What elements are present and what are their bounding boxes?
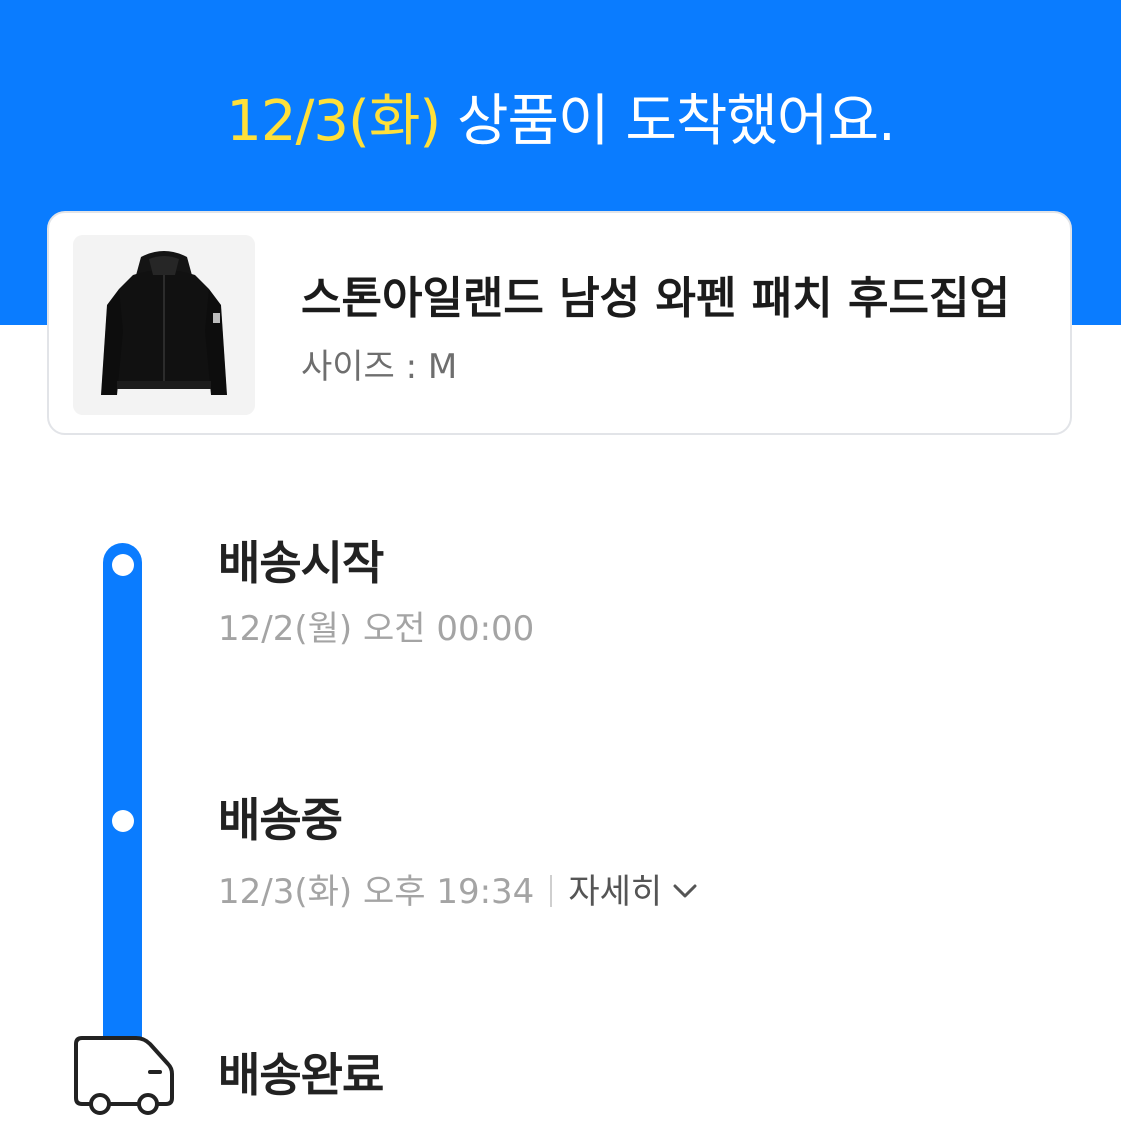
time-detail-divider: [550, 874, 553, 907]
details-toggle-button[interactable]: 자세히: [568, 872, 698, 912]
step-time-started: 12/2(월) 오전 00:00: [218, 609, 535, 649]
step-marker-started: [112, 554, 134, 576]
product-size: 사이즈 : M: [301, 347, 458, 387]
step-title-in-transit: 배송중: [218, 793, 343, 847]
product-thumbnail: [73, 235, 255, 415]
step-title-delivered: 배송완료: [218, 1048, 384, 1102]
arrival-message: 상품이 도착했어요.: [457, 89, 896, 154]
chevron-down-icon: [673, 884, 697, 897]
arrival-date: 12/3(화): [226, 89, 441, 154]
step-marker-in-transit: [112, 810, 134, 832]
step-title-started: 배송시작: [218, 536, 384, 590]
delivery-progress-track: [103, 543, 142, 1063]
hoodie-image: [73, 235, 255, 415]
step-time-in-transit-row: 12/3(화) 오후 19:34 자세히: [218, 870, 698, 914]
arrival-headline: 12/3(화) 상품이 도착했어요.: [0, 82, 1121, 162]
product-card[interactable]: 스톤아일랜드 남성 와펜 패치 후드집업 사이즈 : M: [47, 211, 1072, 435]
delivery-truck-icon: [66, 1028, 178, 1122]
step-time-in-transit: 12/3(화) 오후 19:34: [218, 872, 535, 912]
details-toggle-label: 자세히: [568, 872, 663, 912]
product-name: 스톤아일랜드 남성 와펜 패치 후드집업: [301, 273, 1010, 324]
